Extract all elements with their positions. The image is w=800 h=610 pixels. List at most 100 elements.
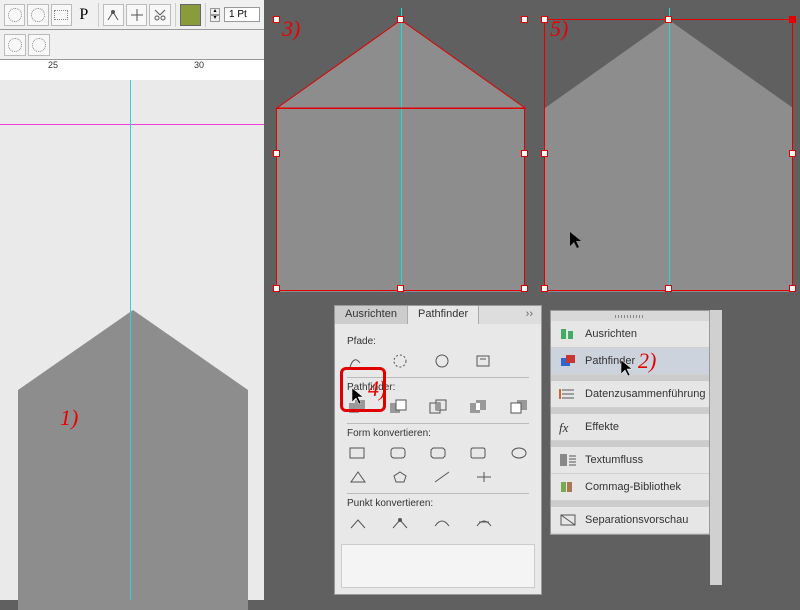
tab-pathfinder[interactable]: Pathfinder bbox=[408, 306, 479, 324]
cursor-pointer-icon bbox=[570, 232, 584, 250]
pathfinder-icon bbox=[559, 354, 577, 368]
selection-handle[interactable] bbox=[789, 16, 796, 23]
stage-3: 3) bbox=[272, 8, 530, 292]
selection-handle[interactable] bbox=[273, 16, 280, 23]
path-open-icon[interactable] bbox=[389, 352, 411, 370]
shape-line-icon[interactable] bbox=[431, 468, 453, 486]
section-pfade-label: Pfade: bbox=[347, 336, 529, 347]
left-document-pane: P ▴▾ 1 Pt 25 30 1) bbox=[0, 0, 264, 600]
effects-icon: fx bbox=[559, 420, 577, 434]
panel-preview-well bbox=[341, 544, 535, 588]
path-reverse-icon[interactable] bbox=[473, 352, 495, 370]
point-symmetric-icon[interactable] bbox=[473, 514, 495, 532]
tool-round-icon[interactable] bbox=[4, 34, 26, 56]
tool-paragraph-icon[interactable]: P bbox=[74, 4, 93, 26]
menu-item-label: Commag-Bibliothek bbox=[585, 481, 681, 493]
panel-body: Pfade: Pathfinder: Form konvertieren: bbox=[335, 324, 541, 543]
selection-handle[interactable] bbox=[665, 285, 672, 292]
punkt-konv-row bbox=[347, 511, 529, 535]
left-canvas[interactable] bbox=[0, 80, 264, 600]
step-label-2: 2) bbox=[638, 348, 656, 374]
separations-icon bbox=[559, 513, 577, 527]
pathfinder-minus-back-icon[interactable] bbox=[509, 398, 529, 416]
selection-handle[interactable] bbox=[789, 285, 796, 292]
stroke-weight-field[interactable]: ▴▾ 1 Pt bbox=[210, 7, 260, 22]
menu-item-ausrichten[interactable]: Ausrichten bbox=[551, 321, 709, 348]
cursor-click-icon bbox=[352, 388, 368, 408]
house-shape-1[interactable] bbox=[18, 310, 248, 610]
shape-roundrect-icon[interactable] bbox=[387, 444, 407, 462]
magenta-guide-line bbox=[0, 124, 264, 125]
panel-collapse-icon[interactable]: ›› bbox=[518, 306, 541, 324]
point-corner-icon[interactable] bbox=[389, 514, 411, 532]
selection-box-triangle[interactable] bbox=[272, 8, 530, 292]
selection-handle[interactable] bbox=[397, 285, 404, 292]
align-icon bbox=[559, 327, 577, 341]
selection-handle[interactable] bbox=[541, 16, 548, 23]
panel-grip-icon[interactable] bbox=[551, 311, 709, 321]
tool-circle-dots-icon[interactable] bbox=[27, 4, 48, 26]
pathfinder-subtract-icon[interactable] bbox=[387, 398, 407, 416]
selection-handle[interactable] bbox=[665, 16, 672, 23]
shape-triangle-icon[interactable] bbox=[347, 468, 369, 486]
pathfinder-intersect-icon[interactable] bbox=[428, 398, 448, 416]
shape-inverse-round-icon[interactable] bbox=[468, 444, 488, 462]
pathfinder-exclude-icon[interactable] bbox=[468, 398, 488, 416]
menu-item-separations[interactable]: Separationsvorschau bbox=[551, 507, 709, 534]
cursor-pointer-icon bbox=[621, 360, 637, 380]
toolbar-separator bbox=[175, 3, 176, 27]
shape-rect-icon[interactable] bbox=[347, 444, 367, 462]
tool-ellipse-dashed-icon[interactable] bbox=[4, 4, 25, 26]
tool-anchor-add-icon[interactable] bbox=[126, 4, 147, 26]
stroke-weight-value[interactable]: 1 Pt bbox=[224, 7, 260, 22]
selection-handle[interactable] bbox=[789, 150, 796, 157]
menu-item-label: Separationsvorschau bbox=[585, 514, 688, 526]
tool-open-circle-icon[interactable] bbox=[28, 34, 50, 56]
fill-color-swatch[interactable] bbox=[180, 4, 201, 26]
menu-item-label: Textumfluss bbox=[585, 454, 643, 466]
menu-item-label: Datenzusammenführung bbox=[585, 388, 705, 400]
shape-ellipse-icon[interactable] bbox=[509, 444, 529, 462]
step-label-4: 4) bbox=[368, 376, 386, 402]
selection-handle[interactable] bbox=[541, 285, 548, 292]
top-toolbar: P ▴▾ 1 Pt bbox=[0, 0, 264, 30]
menu-item-textumfluss[interactable]: Textumfluss bbox=[551, 447, 709, 474]
selection-handle[interactable] bbox=[273, 285, 280, 292]
tab-ausrichten[interactable]: Ausrichten bbox=[335, 306, 408, 324]
menu-item-datenzusammen[interactable]: Datenzusammenführung bbox=[551, 381, 709, 408]
selection-handle[interactable] bbox=[521, 285, 528, 292]
stage-5: 5) bbox=[540, 8, 798, 292]
cyan-guide-vertical bbox=[130, 80, 131, 600]
step-label-5: 5) bbox=[550, 16, 568, 42]
menu-item-commag[interactable]: Commag-Bibliothek bbox=[551, 474, 709, 501]
dock-strip[interactable] bbox=[710, 310, 722, 585]
data-merge-icon bbox=[559, 387, 577, 401]
selection-handle[interactable] bbox=[521, 150, 528, 157]
form-konv-row-1 bbox=[347, 441, 529, 465]
path-close-icon[interactable] bbox=[431, 352, 453, 370]
selection-handle[interactable] bbox=[521, 16, 528, 23]
selection-handle[interactable] bbox=[541, 150, 548, 157]
point-plain-icon[interactable] bbox=[347, 514, 369, 532]
section-form-konv-label: Form konvertieren: bbox=[347, 428, 529, 439]
panel-menu-list: Ausrichten Pathfinder Datenzusammenführu… bbox=[550, 310, 710, 535]
selection-handle[interactable] bbox=[397, 16, 404, 23]
selection-handle[interactable] bbox=[273, 150, 280, 157]
spinner-icon[interactable]: ▴▾ bbox=[210, 8, 220, 22]
toolbar-row-2 bbox=[0, 30, 264, 60]
selection-box[interactable] bbox=[544, 19, 793, 291]
menu-item-label: Ausrichten bbox=[585, 328, 637, 340]
menu-item-effekte[interactable]: fx Effekte bbox=[551, 414, 709, 441]
text-wrap-icon bbox=[559, 453, 577, 467]
tool-scissors-icon[interactable] bbox=[149, 4, 170, 26]
ruler-tick: 25 bbox=[48, 60, 58, 70]
tool-node-icon[interactable] bbox=[103, 4, 124, 26]
ruler-tick: 30 bbox=[194, 60, 204, 70]
tool-rect-dashed-icon[interactable] bbox=[51, 4, 72, 26]
divider bbox=[347, 493, 529, 494]
shape-bevel-icon[interactable] bbox=[428, 444, 448, 462]
shape-polygon-icon[interactable] bbox=[389, 468, 411, 486]
shape-orthogonal-line-icon[interactable] bbox=[473, 468, 495, 486]
point-smooth-icon[interactable] bbox=[431, 514, 453, 532]
panel-tab-bar: Ausrichten Pathfinder ›› bbox=[335, 306, 541, 324]
